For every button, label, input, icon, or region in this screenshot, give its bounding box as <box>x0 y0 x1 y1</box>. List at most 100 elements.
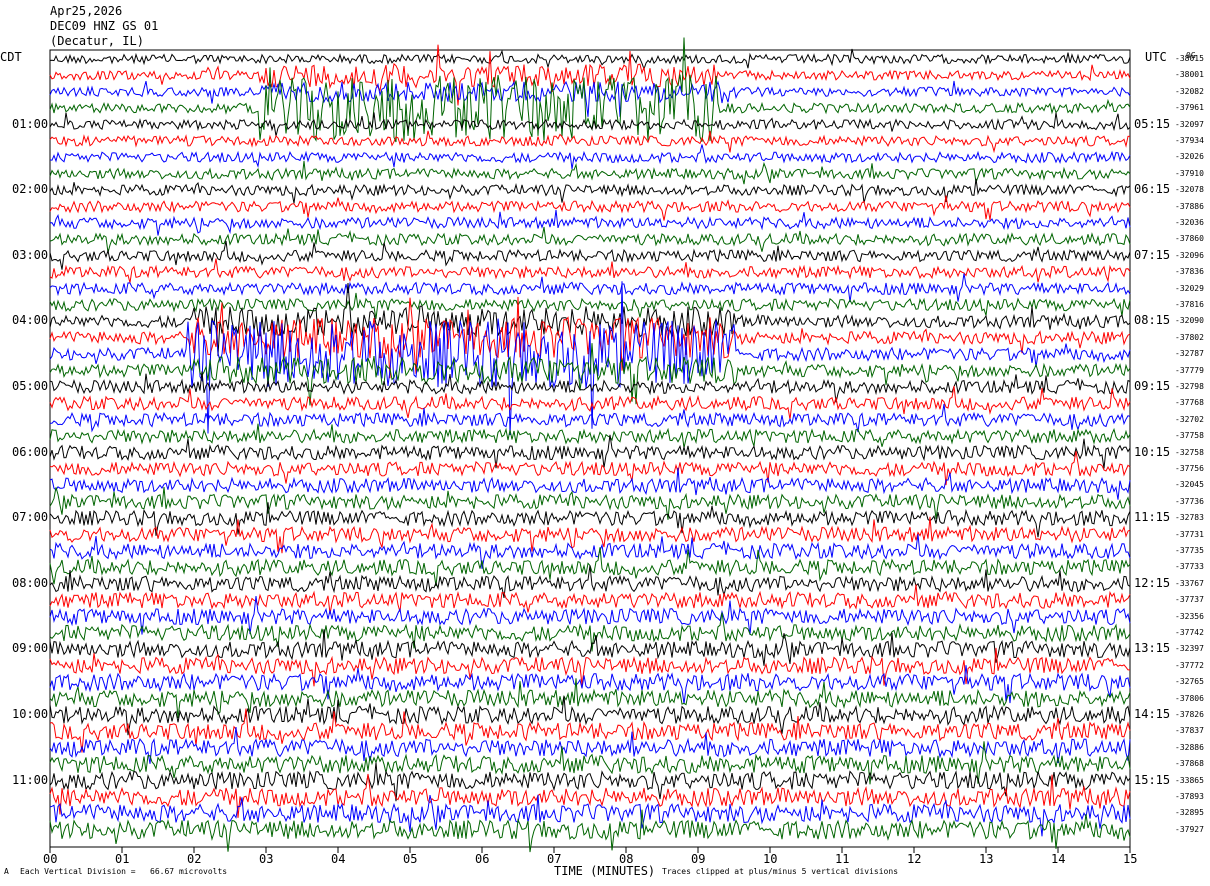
trace-offset-label: -32045 <box>1175 480 1204 490</box>
trace-7 <box>49 144 1131 170</box>
right-time-label: 12:15 <box>1134 575 1171 590</box>
x-tick-label-13: 13 <box>979 852 994 866</box>
trace-22 <box>49 385 1131 420</box>
x-tick-label-15: 15 <box>1123 852 1138 866</box>
trace-offset-label: -32783 <box>1175 513 1204 523</box>
left-time-label: 01:00 <box>12 116 49 131</box>
left-time-label: 11:00 <box>12 772 49 787</box>
trace-15 <box>49 273 1131 302</box>
right-time-label: 08:15 <box>1134 313 1171 328</box>
left-time-label: 03:00 <box>12 247 49 262</box>
clip-note: Traces clipped at plus/minus 5 vertical … <box>662 867 899 876</box>
trace-45 <box>49 762 1131 802</box>
trace-offset-label: -32702 <box>1175 414 1204 424</box>
right-time-label: 07:15 <box>1134 247 1171 262</box>
trace-offset-label: -32078 <box>1175 185 1204 195</box>
trace-offset-label: -37837 <box>1175 726 1204 736</box>
trace-offset-label: -32096 <box>1175 250 1204 260</box>
trace-offset-label: -37735 <box>1175 546 1204 555</box>
trace-offset-label: -32090 <box>1175 316 1204 326</box>
trace-offset-label: -37934 <box>1175 136 1204 145</box>
station-label: DEC09 HNZ GS 01 <box>50 19 159 33</box>
x-tick-label-02: 02 <box>187 852 202 866</box>
x-tick-label-12: 12 <box>907 852 922 866</box>
trace-offset-label: -37860 <box>1175 234 1204 244</box>
trace-offset-label: -38001 <box>1175 70 1204 80</box>
left-time-label: 05:00 <box>12 379 49 393</box>
left-time-label: 08:00 <box>12 575 49 590</box>
trace-25 <box>49 434 1131 469</box>
trace-offset-label: -32356 <box>1175 611 1204 621</box>
trace-offset-label: -37826 <box>1175 710 1204 719</box>
trace-group <box>49 37 1131 853</box>
x-tick-label-04: 04 <box>331 852 346 866</box>
right-time-label: 06:15 <box>1134 182 1171 197</box>
x-tick-label-09: 09 <box>691 852 706 866</box>
trace-2 <box>49 44 1131 106</box>
right-time-label: 14:15 <box>1134 707 1171 721</box>
trace-offset-label: -32758 <box>1175 447 1204 457</box>
right-time-label: 13:15 <box>1134 641 1171 656</box>
trace-offset-label: -37736 <box>1175 496 1204 506</box>
trace-12 <box>49 226 1131 253</box>
trace-offset-label: -32765 <box>1175 677 1204 687</box>
x-axis-ticks <box>49 847 1131 853</box>
right-time-label: 10:15 <box>1134 444 1171 459</box>
trace-offset-label: -37733 <box>1175 562 1204 572</box>
location-label: (Decatur, IL) <box>50 34 144 48</box>
trace-9 <box>49 178 1131 204</box>
trace-11 <box>49 209 1131 236</box>
corner-mark: A <box>4 867 9 876</box>
trace-offset-label: -32787 <box>1175 349 1204 359</box>
trace-offset-label: -37868 <box>1175 759 1204 769</box>
x-tick-label-14: 14 <box>1051 852 1066 866</box>
trace-offset-label: -37756 <box>1175 464 1204 473</box>
trace-offset-label: -37961 <box>1175 103 1204 113</box>
left-time-label: 06:00 <box>12 444 49 459</box>
trace-offset-label: -32798 <box>1175 382 1204 391</box>
trace-offset-label: -37731 <box>1175 529 1204 539</box>
trace-30 <box>49 516 1131 554</box>
trace-offset-label: -37893 <box>1175 792 1204 801</box>
x-axis-title: TIME (MINUTES) <box>554 864 656 878</box>
trace-offset-label: -32029 <box>1175 283 1204 293</box>
trace-offset-label: -32082 <box>1175 86 1204 96</box>
trace-48 <box>49 809 1131 853</box>
trace-offset-label: -37737 <box>1175 595 1204 605</box>
trace-offset-label: -37806 <box>1175 693 1204 703</box>
left-time-label: 07:00 <box>12 510 49 525</box>
trace-24 <box>49 423 1131 449</box>
trace-10 <box>49 195 1131 221</box>
x-tick-label-00: 00 <box>43 852 58 866</box>
trace-8 <box>49 160 1131 185</box>
trace-offset-label: -32036 <box>1175 218 1204 227</box>
trace-offset-label: -37772 <box>1175 660 1204 670</box>
left-time-label: 04:00 <box>12 313 49 328</box>
trace-6 <box>49 130 1131 154</box>
trace-offset-label: -38015 <box>1175 54 1204 63</box>
trace-offset-label: -32397 <box>1175 644 1204 654</box>
left-time-label: 02:00 <box>12 182 49 197</box>
trace-offset-label: -37910 <box>1175 168 1204 178</box>
left-time-label: 09:00 <box>12 641 49 656</box>
x-tick-label-05: 05 <box>403 852 418 866</box>
right-time-label: 09:15 <box>1134 379 1171 393</box>
trace-offset-label: -32886 <box>1175 742 1204 752</box>
trace-offset-label: -37758 <box>1175 431 1204 441</box>
trace-28 <box>49 487 1131 520</box>
trace-31 <box>49 534 1131 569</box>
trace-offset-label: -37836 <box>1175 267 1204 277</box>
trace-offset-label: -37768 <box>1175 398 1204 408</box>
left-time-label: 10:00 <box>12 707 49 721</box>
trace-offset-label: -37816 <box>1175 300 1204 309</box>
trace-offset-label: -33865 <box>1175 775 1204 785</box>
trace-offset-label: -37742 <box>1175 628 1204 637</box>
x-tick-label-03: 03 <box>259 852 274 866</box>
helicorder-plot <box>49 37 1131 853</box>
x-tick-label-01: 01 <box>115 852 130 866</box>
trace-offset-label: -37886 <box>1175 201 1204 211</box>
trace-offset-label: -32097 <box>1175 119 1204 129</box>
date-label: Apr25,2026 <box>50 4 123 18</box>
right-timezone: UTC <box>1145 50 1167 64</box>
x-tick-label-11: 11 <box>835 852 850 866</box>
